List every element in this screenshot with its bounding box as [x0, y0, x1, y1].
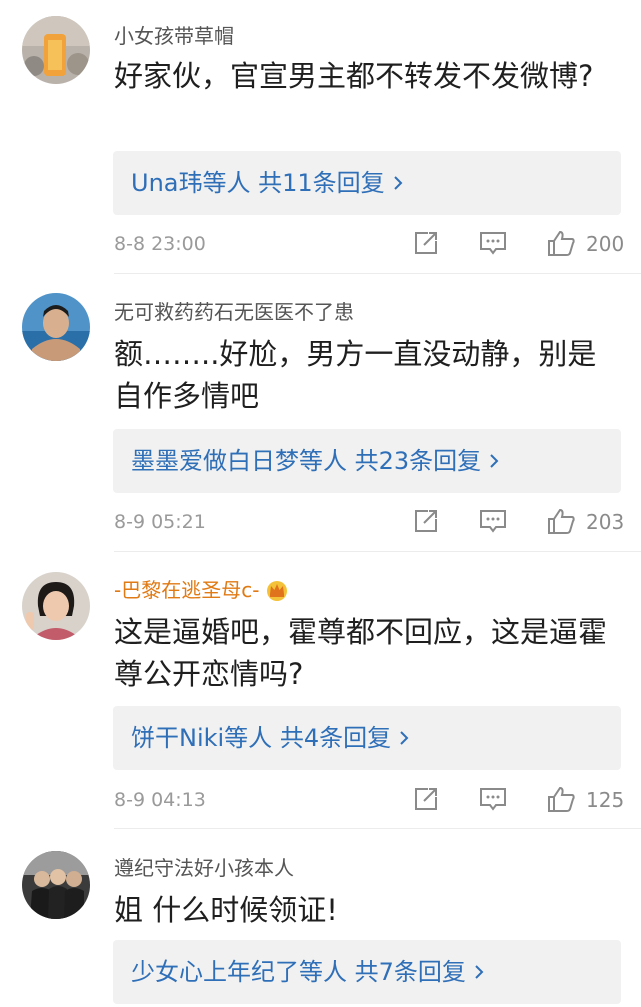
reply-link-label: 墨墨爱做白日梦等人 共23条回复 [131, 447, 482, 475]
reply-box[interactable]: 少女心上年纪了等人 共7条回复 [113, 940, 621, 1004]
like-count: 200 [586, 232, 625, 256]
avatar[interactable] [22, 16, 90, 84]
divider [114, 273, 641, 274]
reply-link-label: 饼干Niki等人 共4条回复 [131, 724, 392, 752]
like-count: 203 [586, 510, 625, 534]
divider [114, 551, 641, 552]
username[interactable]: 遵纪守法好小孩本人 [114, 856, 294, 880]
comment-text: 姐 什么时候领证! [114, 893, 338, 927]
chevron-right-icon [490, 454, 499, 468]
comment-text: 好家伙，官宣男主都不转发不发微博? [114, 59, 594, 93]
username[interactable]: 无可救药药石无医医不了患 [114, 300, 354, 324]
divider [114, 828, 641, 829]
reply-link[interactable]: 少女心上年纪了等人 共7条回复 [131, 956, 484, 988]
reply-link[interactable]: 饼干Niki等人 共4条回复 [131, 722, 409, 754]
comment-icon[interactable] [478, 507, 508, 535]
avatar[interactable] [22, 572, 90, 640]
comment-text: 这是逼婚吧，霍尊都不回应，这是逼霍尊公开恋情吗? [114, 615, 608, 691]
comment-meta: 8-9 04:13 125 [114, 785, 624, 815]
reply-link-label: Una玮等人 共11条回复 [131, 169, 385, 197]
share-icon[interactable] [412, 785, 440, 813]
chevron-right-icon [393, 176, 403, 190]
reply-link[interactable]: 墨墨爱做白日梦等人 共23条回复 [131, 445, 499, 477]
comment-text: 额……..好尬，男方一直没动静，别是自作多情吧 [114, 337, 597, 413]
comment-icon[interactable] [478, 785, 508, 813]
reply-link-label: 少女心上年纪了等人 共7条回复 [131, 958, 466, 986]
comment-date: 8-9 04:13 [114, 789, 206, 811]
thumbs-up-icon[interactable] [546, 229, 576, 257]
thumbs-up-icon[interactable] [546, 507, 576, 535]
comment-meta: 8-9 05:21 203 [114, 507, 624, 537]
share-icon[interactable] [412, 507, 440, 535]
reply-link[interactable]: Una玮等人 共11条回复 [131, 167, 403, 199]
reply-box[interactable]: 墨墨爱做白日梦等人 共23条回复 [113, 429, 621, 493]
username[interactable]: 小女孩带草帽 [114, 24, 234, 48]
share-icon[interactable] [412, 229, 440, 257]
username[interactable]: -巴黎在逃圣母c- [114, 578, 289, 602]
reply-box[interactable]: 饼干Niki等人 共4条回复 [113, 706, 621, 770]
thumbs-up-icon[interactable] [546, 785, 576, 813]
avatar[interactable] [22, 851, 90, 919]
like-count: 125 [586, 788, 625, 812]
username-label: -巴黎在逃圣母c- [114, 578, 260, 602]
crown-icon [267, 581, 288, 601]
comment-date: 8-9 05:21 [114, 511, 206, 533]
reply-box[interactable]: Una玮等人 共11条回复 [113, 151, 621, 215]
comment-meta: 8-8 23:00 200 [114, 229, 624, 259]
chevron-right-icon [400, 731, 409, 745]
comment-icon[interactable] [478, 229, 508, 257]
comment-date: 8-8 23:00 [114, 233, 206, 255]
avatar[interactable] [22, 293, 90, 361]
chevron-right-icon [475, 965, 484, 979]
